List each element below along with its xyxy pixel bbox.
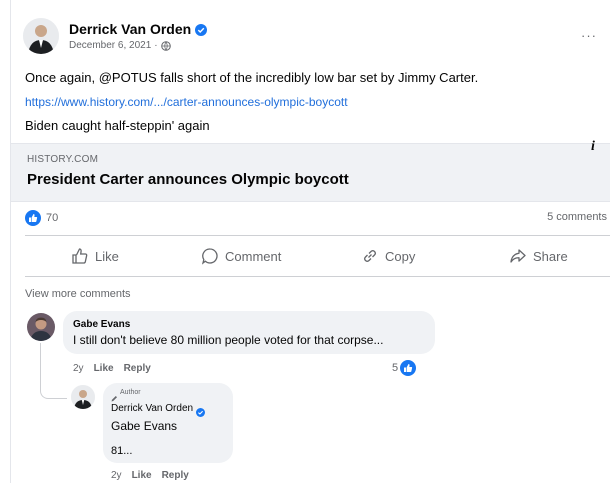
comment-text: I still don't believe 80 million people … [73, 333, 384, 347]
verified-badge-icon [195, 23, 208, 36]
comment-like-reaction-icon [400, 360, 417, 376]
like-button[interactable]: Like [71, 243, 119, 269]
reply-author-avatar[interactable] [71, 385, 95, 409]
like-label: Like [95, 248, 119, 264]
reply-author[interactable]: Derrick Van Orden [111, 403, 193, 414]
copy-label: Copy [385, 248, 416, 264]
reply-actions: 2y Like Reply [111, 470, 189, 481]
globe-icon [160, 40, 171, 51]
author-row: Derrick Van Orden [69, 21, 208, 37]
comment-like-button[interactable]: Like [94, 363, 114, 374]
actions-divider-top [25, 235, 610, 236]
actions-divider-bottom [25, 276, 610, 277]
link-icon [361, 247, 379, 265]
share-button[interactable]: Share [509, 243, 568, 269]
more-options-button[interactable]: ··· [581, 28, 597, 43]
comment-icon [201, 247, 219, 265]
share-arrow-icon [509, 247, 527, 265]
comment-label: Comment [225, 248, 282, 264]
reply-verified-badge-icon [196, 404, 206, 417]
reactions-summary[interactable]: 70 [25, 210, 58, 226]
author-badge-label: Author [120, 389, 141, 396]
link-preview[interactable]: HISTORY.COM President Carter announces O… [11, 143, 610, 202]
reply-thread-line [40, 343, 67, 399]
post-text-line1: Once again, @POTUS falls short of the in… [25, 70, 479, 85]
comment-bubble: Gabe Evans I still don't believe 80 mill… [63, 311, 435, 354]
comment-reply-button[interactable]: Reply [124, 363, 151, 374]
post-meta: December 6, 2021 · [69, 40, 171, 51]
reactions-count: 70 [46, 212, 59, 224]
preview-title[interactable]: President Carter announces Olympic boyco… [27, 171, 349, 188]
comments-count[interactable]: 5 comments [547, 211, 607, 223]
info-icon[interactable]: i [585, 139, 601, 155]
reply-time[interactable]: 2y [111, 470, 122, 481]
share-label: Share [533, 248, 568, 264]
copy-button[interactable]: Copy [361, 243, 415, 269]
thumbs-up-icon [71, 247, 89, 265]
preview-domain: HISTORY.COM [27, 154, 99, 165]
commenter-avatar[interactable] [27, 313, 55, 341]
comment-button[interactable]: Comment [201, 243, 281, 269]
reply-author-row: Derrick Van Orden [111, 403, 206, 417]
comment-reactions-count: 5 [392, 362, 399, 374]
post-date[interactable]: December 6, 2021 [69, 40, 151, 51]
reply-like-button[interactable]: Like [132, 470, 152, 481]
author-avatar[interactable] [23, 18, 59, 54]
post-card: Derrick Van Orden December 6, 2021 · ···… [10, 0, 610, 483]
comment-reactions[interactable]: 5 [392, 360, 417, 376]
pencil-icon [111, 389, 118, 402]
meta-separator: · [154, 40, 158, 51]
post-text-line2: Biden caught half-steppin' again [25, 118, 210, 133]
author-badge: Author [111, 389, 141, 402]
comment-actions: 2y Like Reply [73, 363, 151, 374]
reply-bubble: Author Derrick Van Orden Gabe Evans 81..… [103, 383, 233, 463]
reply-text: 81... [111, 445, 133, 457]
author-name[interactable]: Derrick Van Orden [69, 21, 191, 37]
reply-mention[interactable]: Gabe Evans [111, 419, 177, 433]
like-reaction-icon [25, 210, 41, 226]
view-more-comments[interactable]: View more comments [25, 288, 131, 300]
comment-author[interactable]: Gabe Evans [73, 319, 130, 330]
post-link[interactable]: https://www.history.com/.../carter-annou… [25, 95, 348, 109]
comment-time[interactable]: 2y [73, 363, 84, 374]
reply-reply-button[interactable]: Reply [162, 470, 189, 481]
